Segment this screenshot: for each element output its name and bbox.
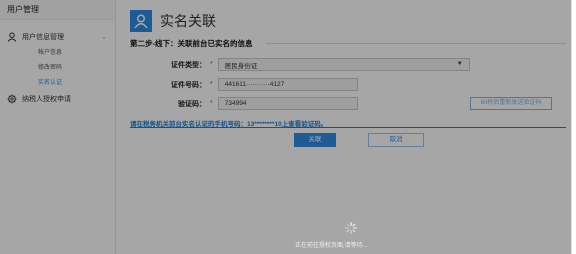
- scrollbar[interactable]: [571, 0, 576, 254]
- loading-text: 正在前往授权页面,请等待...: [295, 243, 368, 249]
- spinner-icon: [345, 222, 357, 234]
- loading-overlay: 正在前往授权页面,请等待...: [0, 0, 571, 254]
